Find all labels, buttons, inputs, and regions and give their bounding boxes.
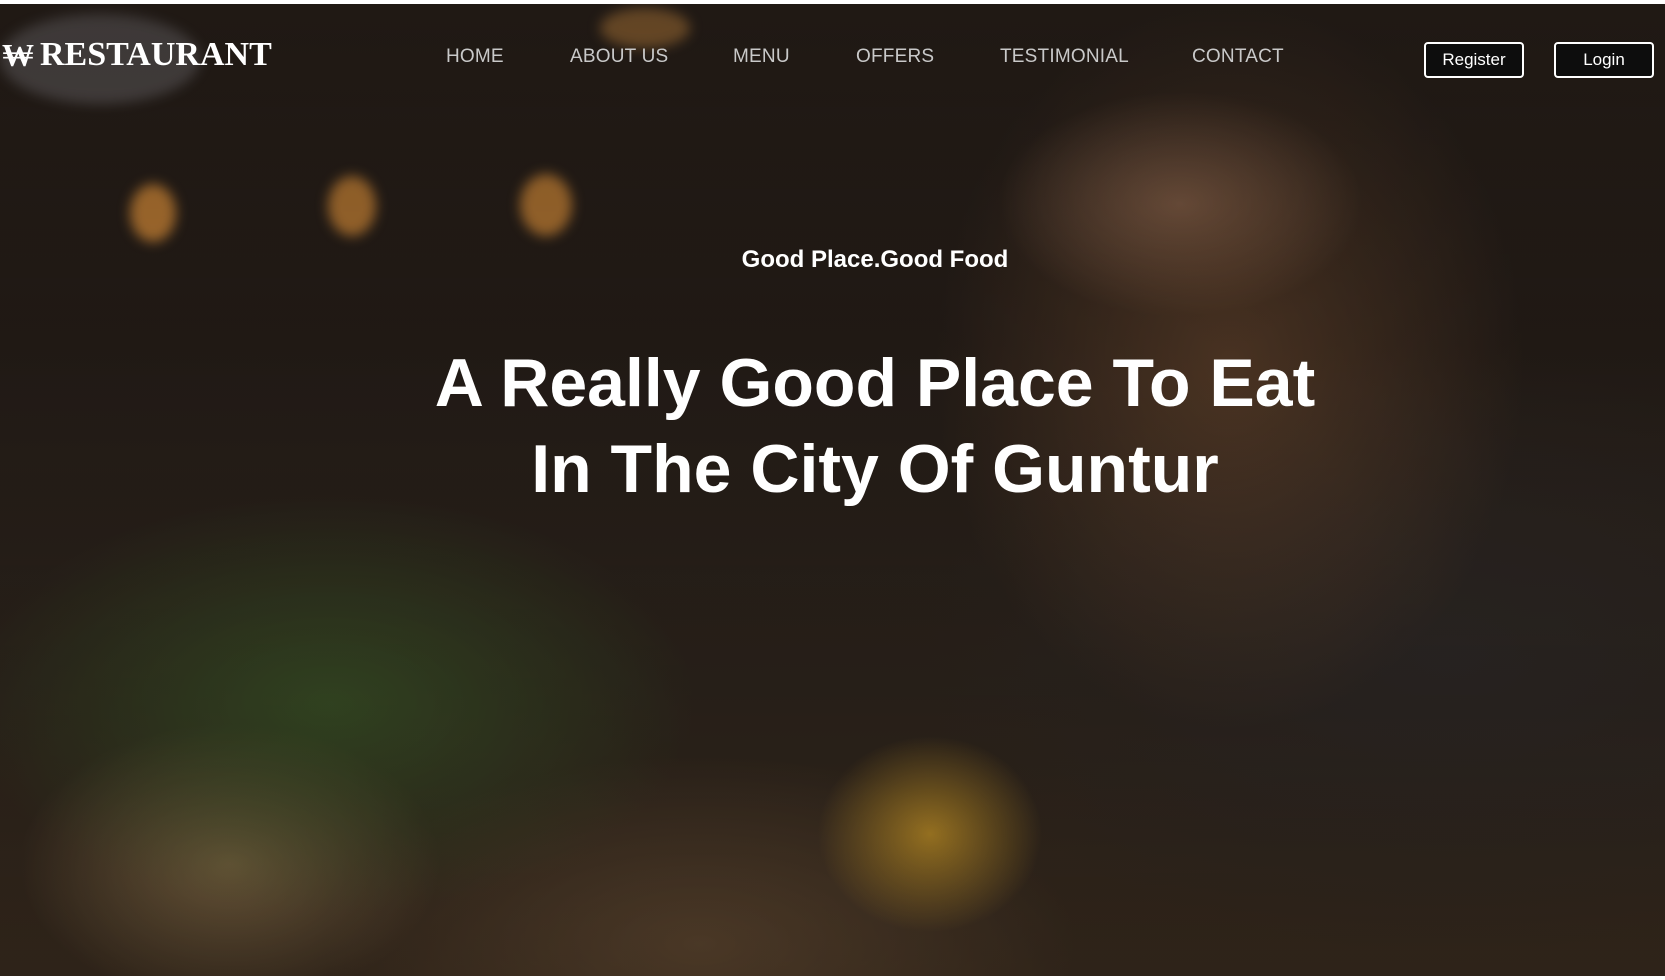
nav-link-menu[interactable]: MENU — [733, 46, 790, 68]
navbar: ₩ RESTAURANT HOME ABOUT US MENU OFFERS T… — [0, 4, 1665, 114]
hero-headline: A Really Good Place To Eat In The City O… — [0, 340, 1665, 512]
hero-tagline: Good Place.Good Food — [741, 246, 1009, 273]
nav-link-about-us[interactable]: ABOUT US — [570, 46, 668, 68]
register-button[interactable]: Register — [1424, 42, 1524, 78]
hero-headline-line-2: In The City Of Guntur — [531, 431, 1219, 507]
nav-link-home[interactable]: HOME — [446, 46, 504, 68]
nav-link-testimonial[interactable]: TESTIMONIAL — [1000, 46, 1129, 68]
main-nav: HOME ABOUT US MENU OFFERS TESTIMONIAL CO… — [0, 46, 1665, 76]
nav-link-contact[interactable]: CONTACT — [1192, 46, 1284, 68]
hero-headline-line-1: A Really Good Place To Eat — [434, 345, 1316, 421]
nav-link-offers[interactable]: OFFERS — [856, 46, 934, 68]
login-button[interactable]: Login — [1554, 42, 1654, 78]
